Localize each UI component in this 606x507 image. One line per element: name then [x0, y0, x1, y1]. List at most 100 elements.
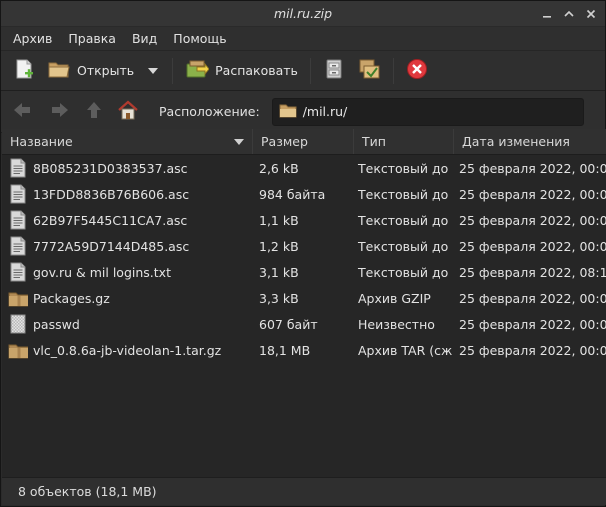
open-dropdown-button[interactable]	[140, 55, 166, 87]
file-type: Архив GZIP	[358, 290, 431, 306]
file-type: Архив TAR (сж	[358, 342, 453, 358]
toolbar-separator	[392, 57, 394, 84]
new-archive-button[interactable]	[7, 55, 41, 87]
home-icon	[117, 99, 139, 124]
maximize-window-icon[interactable]	[561, 6, 577, 22]
file-type: Текстовый до	[358, 212, 449, 228]
file-type: Текстовый до	[358, 186, 449, 202]
menu-view[interactable]: Вид	[132, 31, 157, 46]
add-files-button[interactable]	[317, 55, 351, 87]
file-size: 3,3 kB	[259, 290, 299, 306]
file-name-cell: 62B97F5445C11CA7.asc	[2, 210, 253, 230]
file-name-cell: passwd	[2, 314, 253, 334]
file-name-cell: 7772A59D7144D485.asc	[2, 236, 253, 256]
location-bar: Расположение: /mil.ru/	[1, 91, 605, 133]
text-file-icon	[8, 158, 28, 178]
column-header-name[interactable]: Название	[2, 129, 253, 154]
table-row[interactable]: gov.ru & mil logins.txt 3,1 kB Текстовый д…	[2, 259, 606, 285]
file-size: 607 байт	[259, 316, 318, 332]
close-window-icon[interactable]	[583, 6, 599, 22]
table-row[interactable]: passwd 607 байт Неизвестно 25 февраля 2022,…	[2, 311, 606, 337]
file-name: Packages.gz	[33, 290, 110, 306]
folder-icon	[279, 102, 297, 121]
file-name: passwd	[33, 316, 80, 332]
file-name: gov.ru & mil logins.txt	[33, 264, 171, 280]
location-field[interactable]: /mil.ru/	[271, 97, 584, 126]
file-date: 25 февраля 2022, 00:05	[459, 212, 606, 228]
table-header: Название Размер Тип Дата изменения	[2, 129, 606, 155]
menu-archive[interactable]: Архив	[13, 31, 52, 46]
column-header-size[interactable]: Размер	[253, 129, 354, 154]
file-date: 25 февраля 2022, 08:19	[459, 264, 606, 280]
file-name-cell: 13FDD8836B76B606.asc	[2, 184, 253, 204]
toolbar-separator	[172, 57, 174, 84]
forward-button[interactable]	[45, 97, 75, 127]
file-size: 1,1 kB	[259, 212, 299, 228]
table-row[interactable]: 8B085231D0383537.asc 2,6 kB Текстовый до 25…	[2, 155, 606, 181]
table-row[interactable]: 13FDD8836B76B606.asc 984 байта Текстовый д…	[2, 181, 606, 207]
window-title: mil.ru.zip	[273, 6, 333, 21]
table-row[interactable]: 7772A59D7144D485.asc 1,2 kB Текстовый до 25…	[2, 233, 606, 259]
add-folder-button[interactable]	[351, 55, 387, 87]
file-name-cell: 8B085231D0383537.asc	[2, 158, 253, 178]
file-date: 25 февраля 2022, 00:05	[459, 160, 606, 176]
menu-help[interactable]: Помощь	[173, 31, 226, 46]
file-type: Текстовый до	[358, 160, 449, 176]
column-header-date[interactable]: Дата изменения	[454, 129, 606, 154]
table-row[interactable]: Packages.gz 3,3 kB Архив GZIP 25 февраля 20…	[2, 285, 606, 311]
file-name-cell: vlc_0.8.6a-jb-videolan-1.tar.gz	[2, 340, 253, 360]
location-path: /mil.ru/	[302, 104, 348, 119]
menu-edit[interactable]: Правка	[68, 31, 116, 46]
archive-add-icon	[357, 58, 381, 83]
status-text: 8 объектов (18,1 MB)	[18, 484, 157, 499]
table-row[interactable]: 62B97F5445C11CA7.asc 1,1 kB Текстовый до 25…	[2, 207, 606, 233]
file-date: 25 февраля 2022, 00:05	[459, 186, 606, 202]
table-body: 8B085231D0383537.asc 2,6 kB Текстовый до 25…	[2, 155, 606, 363]
column-header-size-label: Размер	[261, 134, 308, 149]
file-type: Текстовый до	[358, 238, 449, 254]
toolbar-separator	[309, 57, 311, 84]
file-name: 7772A59D7144D485.asc	[33, 238, 190, 254]
file-list: Название Размер Тип Дата изменения 8B085…	[2, 129, 606, 479]
text-file-icon	[8, 184, 28, 204]
back-button[interactable]	[7, 97, 37, 127]
open-button-label: Открыть	[77, 63, 135, 78]
file-size: 3,1 kB	[259, 264, 299, 280]
column-header-date-label: Дата изменения	[462, 134, 570, 149]
stop-button[interactable]	[400, 55, 434, 87]
file-name: 13FDD8836B76B606.asc	[33, 186, 190, 202]
file-name-cell: gov.ru & mil logins.txt	[2, 262, 253, 282]
file-date: 25 февраля 2022, 00:05	[459, 316, 606, 332]
home-button[interactable]	[113, 97, 143, 127]
title-bar[interactable]: mil.ru.zip	[1, 1, 605, 27]
arrow-up-icon	[86, 101, 102, 122]
extract-button[interactable]: Распаковать	[179, 55, 304, 87]
file-size: 1,2 kB	[259, 238, 299, 254]
file-type: Неизвестно	[358, 316, 435, 332]
file-date: 25 февраля 2022, 00:05	[459, 290, 606, 306]
archive-icon	[8, 288, 28, 308]
file-date: 25 февраля 2022, 00:05	[459, 342, 606, 358]
file-size: 2,6 kB	[259, 160, 299, 176]
file-type: Текстовый до	[358, 264, 449, 280]
arrow-left-icon	[13, 102, 31, 121]
up-button[interactable]	[79, 97, 109, 127]
minimize-window-icon[interactable]	[539, 6, 555, 22]
location-label: Расположение:	[159, 104, 260, 119]
table-row[interactable]: vlc_0.8.6a-jb-videolan-1.tar.gz 18,1 MB Ар…	[2, 337, 606, 363]
stop-icon	[406, 58, 428, 83]
text-file-icon	[8, 236, 28, 256]
unknown-file-icon	[8, 314, 28, 334]
column-header-type-label: Тип	[362, 134, 386, 149]
open-button[interactable]: Открыть	[41, 55, 140, 87]
toolbar: Открыть Распаковать	[1, 51, 605, 91]
file-name: vlc_0.8.6a-jb-videolan-1.tar.gz	[33, 342, 222, 358]
text-file-icon	[8, 210, 28, 230]
column-header-type[interactable]: Тип	[354, 129, 454, 154]
file-date: 25 февраля 2022, 00:05	[459, 238, 606, 254]
window-controls	[539, 6, 599, 22]
archive-manager-window: mil.ru.zip Архив Правка Вид Помощь Откры…	[0, 0, 606, 507]
status-bar: 8 объектов (18,1 MB)	[2, 477, 606, 505]
folder-open-icon	[47, 58, 71, 83]
file-size: 18,1 MB	[259, 342, 311, 358]
